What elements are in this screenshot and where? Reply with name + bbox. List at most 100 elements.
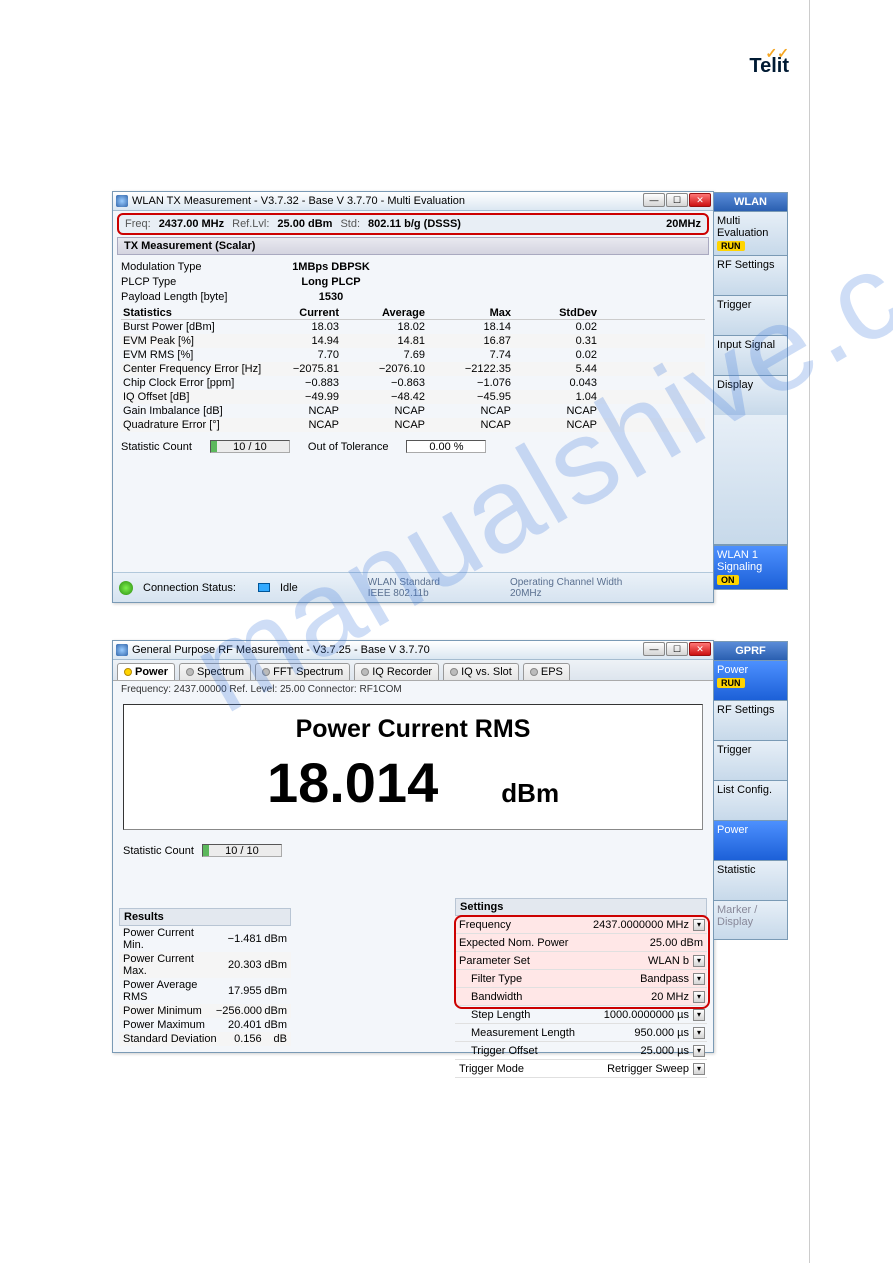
setting-row[interactable]: Step Length1000.0000000 µs▾ [455,1006,707,1024]
setting-row[interactable]: Trigger ModeRetrigger Sweep▾ [455,1060,707,1078]
side-item[interactable]: Input Signal [713,335,788,375]
result-row: Power Current Max.20.303dBm [119,952,291,978]
dropdown-icon[interactable]: ▾ [693,1027,705,1039]
app-icon [116,644,128,656]
stats-row: Quadrature Error [°]NCAPNCAPNCAPNCAP [121,418,705,432]
params-block: Modulation Type1MBps DBPSKPLCP TypeLong … [121,259,705,304]
title-bar[interactable]: General Purpose RF Measurement - V3.7.25… [113,641,713,660]
status-dot [124,668,132,676]
app-icon [116,195,128,207]
power-display: Power Current RMS 18.014 dBm [123,704,703,830]
dropdown-icon[interactable]: ▾ [693,1063,705,1075]
setting-row[interactable]: Bandwidth20 MHz▾ [455,988,707,1006]
status-bar: Connection Status: Idle WLAN Standard IE… [113,572,713,602]
side-item[interactable]: Marker / Display [713,900,788,940]
power-unit: dBm [501,778,559,809]
close-button[interactable]: ✕ [689,193,711,207]
stats-row: IQ Offset [dB]−49.99−48.42−45.951.04 [121,390,705,404]
stats-row: Burst Power [dBm]18.0318.0218.140.02 [121,320,705,334]
side-item[interactable]: PowerRUN [713,660,788,700]
side-header[interactable]: GPRF [713,641,788,660]
dropdown-icon[interactable]: ▾ [693,991,705,1003]
dropdown-icon[interactable]: ▾ [693,1009,705,1021]
dropdown-icon[interactable]: ▾ [693,955,705,967]
param-value: Long PLCP [271,276,391,288]
statistic-count-row: Statistic Count 10 / 10 [123,844,703,857]
dropdown-icon[interactable]: ▾ [693,973,705,985]
setting-row[interactable]: Expected Nom. Power25.00 dBm [455,934,707,952]
settings-header: Settings [455,898,707,916]
result-row: Power Maximum20.401dBm [119,1018,291,1032]
side-item[interactable]: Trigger [713,295,788,335]
dropdown-icon[interactable]: ▾ [693,1045,705,1057]
tab-fft-spectrum[interactable]: FFT Spectrum [255,663,350,680]
results-grid: ResultsPower Current Min.−1.481dBmPower … [119,908,291,1046]
tab-eps[interactable]: EPS [523,663,570,680]
stats-row: EVM Peak [%]14.9414.8116.870.31 [121,334,705,348]
tab-bar: PowerSpectrumFFT SpectrumIQ RecorderIQ v… [113,660,713,681]
tolerance-box: 0.00 % [406,440,486,453]
result-row: Power Average RMS17.955dBm [119,978,291,1004]
result-row: Standard Deviation0.156dB [119,1032,291,1046]
side-panel: WLANMulti EvaluationRUNRF SettingsTrigge… [713,192,788,590]
dropdown-icon[interactable]: ▾ [693,919,705,931]
title-bar[interactable]: WLAN TX Measurement - V3.7.32 - Base V 3… [113,192,713,211]
tab-iq-vs-slot[interactable]: IQ vs. Slot [443,663,519,680]
tab-power[interactable]: Power [117,663,175,680]
settings-grid: SettingsFrequency2437.0000000 MHz▾Expect… [455,898,707,1078]
close-button[interactable]: ✕ [689,642,711,656]
side-item[interactable]: Statistic [713,860,788,900]
side-item[interactable]: Power [713,820,788,860]
side-item[interactable]: Multi EvaluationRUN [713,211,788,255]
setting-row[interactable]: Measurement Length950.000 µs▾ [455,1024,707,1042]
result-row: Power Current Min.−1.481dBm [119,926,291,952]
antenna-icon [119,581,133,595]
result-row: Power Minimum−256.000dBm [119,1004,291,1018]
side-item-signaling[interactable]: WLAN 1 SignalingON [713,545,788,590]
progress-bar: 10 / 10 [202,844,282,857]
param-label: Modulation Type [121,261,271,273]
measurement-info-bar: Freq:2437.00 MHz Ref.Lvl:25.00 dBm Std:8… [117,213,709,235]
stats-row: Chip Clock Error [ppm]−0.883−0.863−1.076… [121,376,705,390]
power-value: 18.014 [267,750,438,815]
section-header: TX Measurement (Scalar) [117,237,709,255]
results-header: Results [119,908,291,926]
side-item[interactable]: RF Settings [713,255,788,295]
power-title: Power Current RMS [124,715,702,744]
minimize-button[interactable]: — [643,193,665,207]
status-dot [361,668,369,676]
side-item[interactable]: Trigger [713,740,788,780]
statistic-count-row: Statistic Count 10 / 10 Out of Tolerance… [121,440,705,453]
status-dot [530,668,538,676]
wlan-tx-window: WLAN TX Measurement - V3.7.32 - Base V 3… [112,191,714,603]
window-title: General Purpose RF Measurement - V3.7.25… [132,644,430,656]
setting-row[interactable]: Frequency2437.0000000 MHz▾ [455,916,707,934]
stats-row: Center Frequency Error [Hz]−2075.81−2076… [121,362,705,376]
side-item[interactable]: List Config. [713,780,788,820]
idle-icon [258,583,270,592]
tab-spectrum[interactable]: Spectrum [179,663,251,680]
side-item[interactable]: RF Settings [713,700,788,740]
setting-row[interactable]: Filter TypeBandpass▾ [455,970,707,988]
sub-status: Frequency: 2437.00000 Ref. Level: 25.00 … [113,681,713,698]
side-header[interactable]: WLAN [713,192,788,211]
side-panel: GPRFPowerRUNRF SettingsTriggerList Confi… [713,641,788,940]
stats-row: EVM RMS [%]7.707.697.740.02 [121,348,705,362]
setting-row[interactable]: Parameter SetWLAN b▾ [455,952,707,970]
stats-row: Gain Imbalance [dB]NCAPNCAPNCAPNCAP [121,404,705,418]
param-value: 1530 [271,291,391,303]
side-item[interactable]: Display [713,375,788,415]
param-label: Payload Length [byte] [121,291,271,303]
maximize-button[interactable]: ☐ [666,193,688,207]
setting-row[interactable]: Trigger Offset25.000 µs▾ [455,1042,707,1060]
maximize-button[interactable]: ☐ [666,642,688,656]
param-label: PLCP Type [121,276,271,288]
status-dot [450,668,458,676]
tab-iq-recorder[interactable]: IQ Recorder [354,663,439,680]
progress-bar: 10 / 10 [210,440,290,453]
window-title: WLAN TX Measurement - V3.7.32 - Base V 3… [132,195,465,207]
minimize-button[interactable]: — [643,642,665,656]
status-dot [186,668,194,676]
gprf-window: General Purpose RF Measurement - V3.7.25… [112,640,714,1053]
brand-logo: ✓✓ Telit [749,55,789,78]
